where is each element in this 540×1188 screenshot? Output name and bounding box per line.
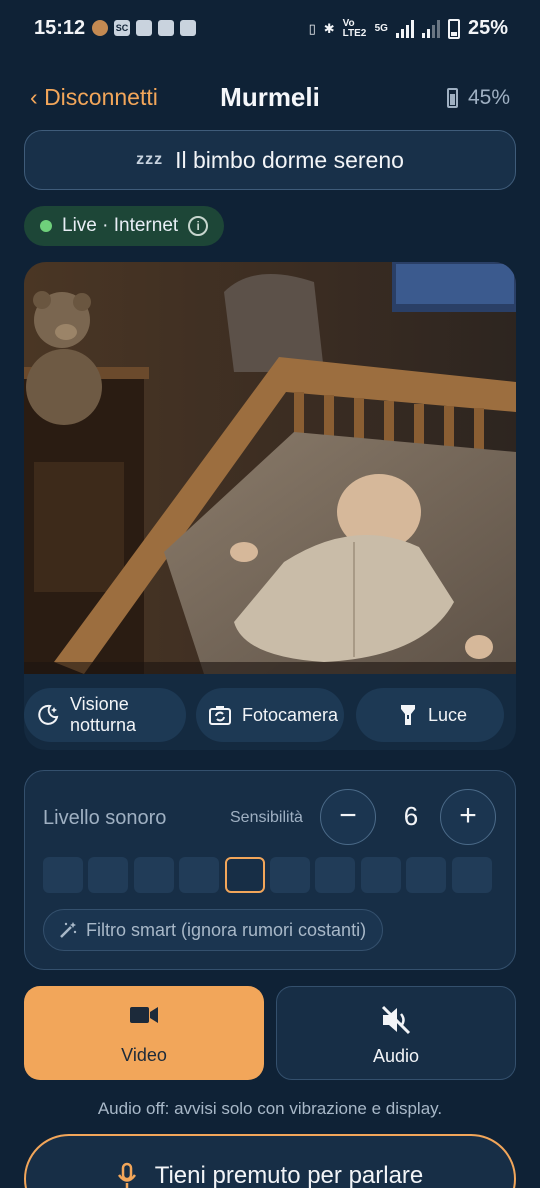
clipboard-icon [158, 20, 174, 36]
status-bar: 15:12 SC ▯ ✱ Vo LTE2 5G 25% [0, 0, 540, 60]
sensitivity-decrease-button[interactable]: − [320, 789, 376, 845]
game-icon [180, 20, 196, 36]
bluetooth-icon: ✱ [323, 20, 335, 36]
camera-switch-button[interactable]: Fotocamera [196, 688, 344, 742]
sound-level-card: Livello sonoro Sensibilità − 6 + Filtro … [24, 770, 516, 970]
sc-icon: SC [114, 20, 130, 36]
sound-level-segment [224, 857, 265, 893]
sound-level-segment [133, 857, 174, 893]
video-mode-label: Video [121, 1045, 167, 1065]
live-status-dot [40, 220, 52, 232]
status-time: 15:12 [34, 17, 86, 39]
sound-level-segment [88, 857, 129, 893]
light-button[interactable]: Luce [356, 688, 504, 742]
sound-level-meter [43, 857, 498, 893]
sensitivity-increase-button[interactable]: + [440, 789, 496, 845]
audio-mode-label: Audio [372, 1046, 420, 1066]
smart-filter-chip[interactable]: Filtro smart (ignora rumori costanti) [43, 909, 384, 951]
camera-switch-label: Fotocamera [242, 704, 339, 725]
device-battery-icon [446, 88, 458, 108]
sensitivity-label: Sensibilità [230, 809, 303, 826]
sound-level-segment [179, 857, 220, 893]
signal-icon-2 [421, 19, 440, 38]
push-to-talk-button[interactable]: Tieni premuto per parlare [24, 1134, 516, 1188]
night-vision-label: Visione notturna [70, 694, 137, 735]
volte-icon: Vo LTE2 [342, 17, 367, 39]
battery-percent: 25% [467, 17, 508, 39]
signal-icon [395, 19, 414, 38]
device-battery-value: 45% [467, 86, 510, 109]
bear-icon [92, 20, 108, 36]
speaker-muted-icon [381, 1005, 411, 1035]
sound-level-segment [315, 857, 356, 893]
info-icon[interactable]: i [188, 216, 209, 236]
sleep-status-banner: zzz Il bimbo dorme sereno [24, 130, 516, 190]
camera-card: Visione notturna Fotocamera Luce [24, 262, 516, 750]
night-vision-button[interactable]: Visione notturna [24, 688, 186, 742]
system-icons: ▯ ✱ Vo LTE2 5G 25% [309, 17, 508, 40]
magic-wand-icon [60, 922, 77, 938]
camera-actions: Visione notturna Fotocamera Luce [24, 688, 516, 742]
audio-mode-button[interactable]: Audio [276, 986, 516, 1080]
sound-level-segment [270, 857, 310, 893]
camera-feed[interactable] [24, 262, 516, 674]
connection-label: Live · Internet [62, 215, 179, 236]
audio-off-note: Audio off: avvisi solo con vibrazione e … [97, 1099, 443, 1118]
sound-level-segment [451, 857, 492, 893]
video-mode-button[interactable]: Video [24, 986, 264, 1080]
device-battery: 45% [446, 86, 510, 110]
battery-icon [447, 18, 460, 39]
video-camera-icon [130, 1007, 158, 1023]
microphone-icon [117, 1162, 136, 1188]
vibrate-icon: ▯ [308, 20, 316, 36]
network-type-label: 5G [374, 23, 388, 34]
sensitivity-value: 6 [403, 801, 419, 831]
wallet-icon [136, 20, 152, 36]
smart-filter-label: Filtro smart (ignora rumori costanti) [86, 919, 367, 940]
notification-icons: SC [92, 20, 196, 36]
night-vision-icon [38, 704, 59, 725]
zzz-icon: zzz [136, 151, 164, 168]
app-header: ‹ Disconnetti Murmeli 45% [0, 78, 540, 118]
light-label: Luce [428, 704, 468, 725]
flashlight-icon [401, 705, 415, 725]
sound-level-title: Livello sonoro [43, 807, 167, 829]
connection-chip[interactable]: Live · Internet i [24, 206, 225, 246]
camera-switch-icon [209, 706, 231, 725]
sound-level-segment [43, 857, 83, 893]
push-to-talk-label: Tieni premuto per parlare [154, 1162, 424, 1188]
sound-level-segment [406, 857, 447, 893]
sleep-status-text: Il bimbo dorme sereno [175, 146, 404, 173]
sound-level-segment [360, 857, 401, 893]
